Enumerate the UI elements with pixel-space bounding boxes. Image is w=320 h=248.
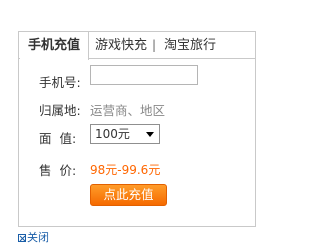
area-value: 运营商、地区: [90, 103, 166, 118]
recharge-widget: 手机充值 游戏快充 | 淘宝旅行 手机号: 归属地: 运营商、地区 面 值: 1…: [18, 31, 256, 227]
tab-game-recharge[interactable]: 游戏快充: [95, 32, 147, 59]
dropdown-arrow-icon: [146, 132, 154, 137]
phone-input[interactable]: [90, 65, 198, 85]
area-label: 归属地:: [39, 103, 81, 118]
tab-separator: |: [152, 38, 157, 52]
close-icon: [18, 234, 26, 242]
face-value-select[interactable]: 100元: [90, 124, 160, 144]
face-value-selected: 100元: [95, 127, 130, 141]
price-label: 售 价:: [39, 163, 77, 178]
tab-bar: 手机充值 游戏快充 | 淘宝旅行: [19, 32, 255, 60]
recharge-button[interactable]: 点此充值: [90, 184, 167, 206]
phone-label: 手机号:: [39, 75, 81, 90]
face-value-label: 面 值:: [39, 131, 77, 146]
close-link[interactable]: 关闭: [18, 229, 49, 245]
tab-taobao-travel[interactable]: 淘宝旅行: [164, 32, 216, 59]
price-value: 98元-99.6元: [90, 163, 161, 177]
tab-mobile-recharge[interactable]: 手机充值: [20, 32, 89, 60]
close-label: 关闭: [27, 231, 49, 244]
